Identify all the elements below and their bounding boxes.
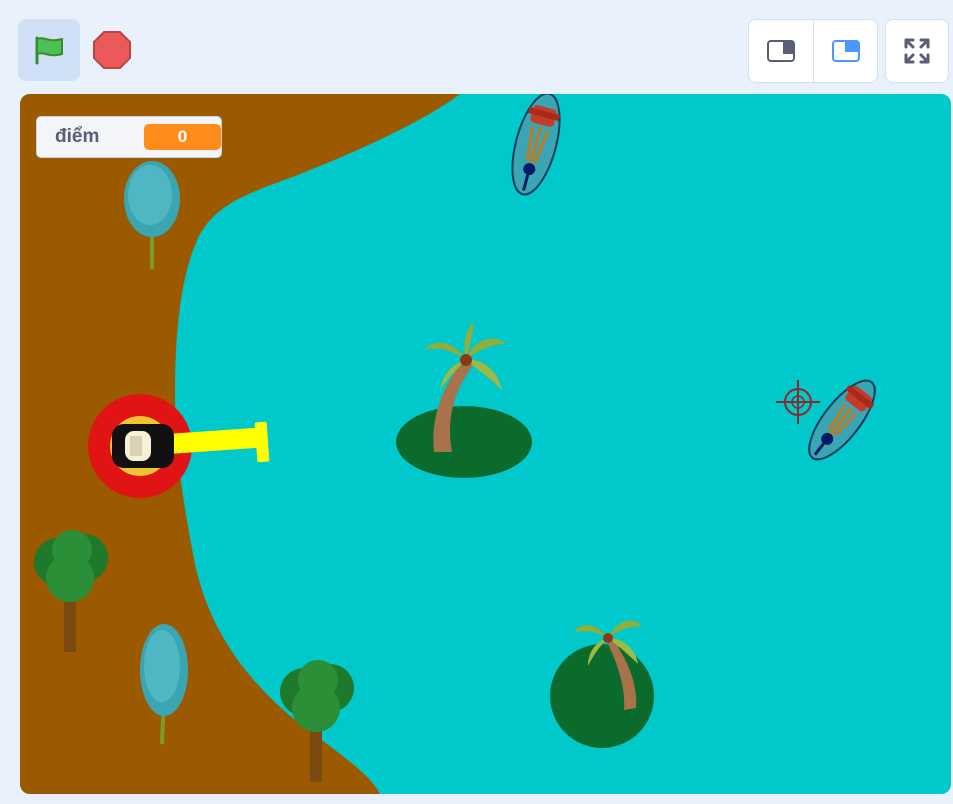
stage-canvas[interactable]: điểm 0 [20, 94, 951, 794]
cannon-sprite [88, 394, 270, 498]
green-flag-icon [35, 36, 63, 65]
stage-layout-toggle [748, 19, 878, 83]
blue-tree-sprite [124, 161, 180, 269]
score-monitor: điểm 0 [36, 116, 222, 158]
fullscreen-icon [904, 38, 930, 64]
palm-island-sprite [550, 620, 654, 748]
green-flag-button[interactable] [18, 19, 80, 81]
crosshair-sprite [776, 380, 820, 424]
green-tree-sprite [34, 530, 108, 652]
score-value: 0 [144, 124, 221, 150]
score-label: điểm [55, 126, 100, 147]
stage-toolbar [0, 0, 953, 94]
stop-icon [93, 31, 131, 69]
fullscreen-button[interactable] [885, 19, 949, 83]
small-stage-button[interactable] [749, 20, 814, 82]
palm-island-sprite [396, 322, 532, 478]
stage-player: điểm 0 [0, 0, 953, 804]
boat-sprite [511, 94, 561, 196]
normal-stage-icon [832, 40, 860, 62]
normal-stage-button[interactable] [814, 20, 877, 82]
stop-button[interactable] [88, 26, 136, 74]
green-tree-sprite [280, 660, 354, 782]
blue-tree-sprite [140, 624, 188, 745]
small-stage-icon [767, 40, 795, 62]
